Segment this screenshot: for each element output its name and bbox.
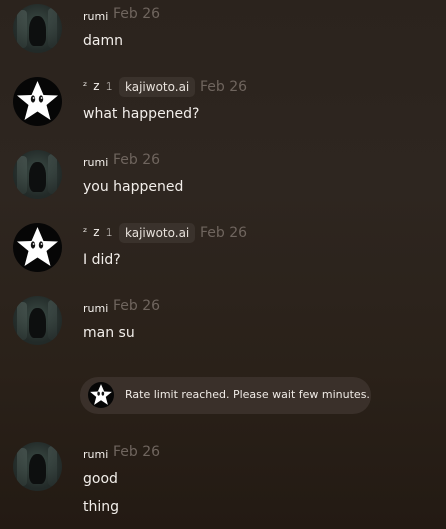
author-name[interactable]: rumi xyxy=(83,10,108,23)
notice-text: Rate limit reached. Please wait few minu… xyxy=(125,388,370,401)
avatar-rumi[interactable] xyxy=(13,150,62,199)
author-name[interactable]: rumi xyxy=(83,448,108,461)
message-date: Feb 26 xyxy=(113,6,161,22)
star-face-icon xyxy=(17,81,58,120)
message-text: man su xyxy=(83,325,135,341)
star-face-icon xyxy=(88,382,114,408)
author-name[interactable]: kajiwoto.ai xyxy=(119,223,196,243)
message-text: you happened xyxy=(83,179,184,195)
avatar-rumi[interactable] xyxy=(13,442,62,491)
rate-limit-notice: Rate limit reached. Please wait few minu… xyxy=(80,377,371,414)
author-decoration: ᶻ z 𝟷 xyxy=(83,79,115,93)
message-text: what happened? xyxy=(83,106,200,122)
message-text: I did? xyxy=(83,252,121,268)
message-date: Feb 26 xyxy=(113,298,161,314)
author-name[interactable]: rumi xyxy=(83,156,108,169)
message-text: thing xyxy=(83,499,120,515)
message-date: Feb 26 xyxy=(113,152,161,168)
avatar-kajiwoto[interactable] xyxy=(13,223,62,272)
author-decoration: ᶻ z 𝟷 xyxy=(83,225,115,239)
author-name[interactable]: kajiwoto.ai xyxy=(119,77,196,97)
avatar-rumi[interactable] xyxy=(13,4,62,53)
message-text: good xyxy=(83,471,118,487)
message-date: Feb 26 xyxy=(113,444,161,460)
star-face-icon xyxy=(17,227,58,266)
author-name[interactable]: rumi xyxy=(83,302,108,315)
message-text: damn xyxy=(83,33,123,49)
message-date: Feb 26 xyxy=(200,225,248,241)
avatar-rumi[interactable] xyxy=(13,296,62,345)
message-date: Feb 26 xyxy=(200,79,248,95)
avatar-kajiwoto[interactable] xyxy=(13,77,62,126)
